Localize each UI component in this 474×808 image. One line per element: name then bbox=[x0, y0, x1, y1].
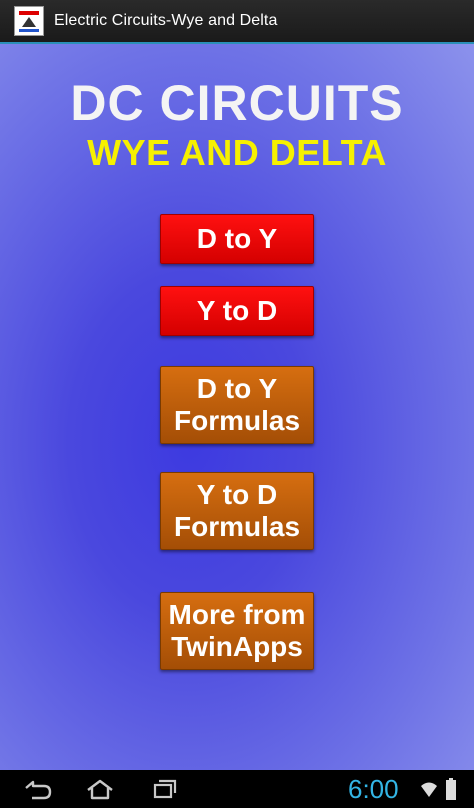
y-to-d-formulas-button[interactable]: Y to D Formulas bbox=[160, 472, 314, 550]
button-label-line2: Formulas bbox=[173, 405, 301, 436]
app-icon[interactable] bbox=[14, 6, 44, 36]
button-label: Y to D bbox=[196, 295, 278, 326]
main-content: DC CIRCUITS WYE AND DELTA D to Y Y to D … bbox=[0, 44, 474, 770]
more-from-twinapps-button[interactable]: More from TwinApps bbox=[160, 592, 314, 670]
d-to-y-button[interactable]: D to Y bbox=[160, 214, 314, 264]
button-label-line1: More from bbox=[168, 599, 306, 630]
window-title: Electric Circuits-Wye and Delta bbox=[54, 12, 278, 29]
button-label-line2: Formulas bbox=[173, 511, 301, 542]
button-label-line1: Y to D bbox=[196, 479, 278, 510]
button-label-line2: TwinApps bbox=[171, 631, 303, 662]
status-clock: 6:00 bbox=[348, 774, 399, 804]
heading-subtitle: WYE AND DELTA bbox=[87, 132, 387, 173]
system-nav-bar: 6:00 bbox=[0, 770, 474, 808]
button-label: D to Y bbox=[196, 223, 278, 254]
wifi-icon bbox=[420, 780, 438, 798]
back-icon[interactable] bbox=[18, 776, 58, 802]
action-bar: Electric Circuits-Wye and Delta bbox=[0, 0, 474, 44]
recent-apps-icon[interactable] bbox=[142, 776, 182, 802]
battery-icon bbox=[446, 778, 456, 800]
button-label-line1: D to Y bbox=[196, 373, 278, 404]
d-to-y-formulas-button[interactable]: D to Y Formulas bbox=[160, 366, 314, 444]
y-to-d-button[interactable]: Y to D bbox=[160, 286, 314, 336]
heading-title: DC CIRCUITS bbox=[70, 75, 404, 131]
home-icon[interactable] bbox=[80, 776, 120, 802]
